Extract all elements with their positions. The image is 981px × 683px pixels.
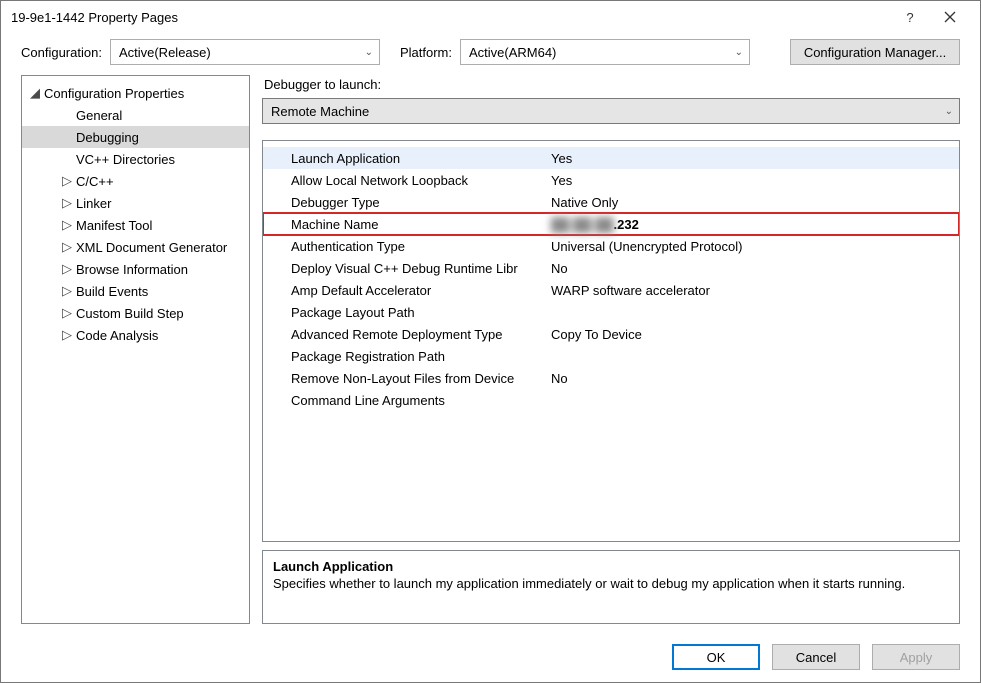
tree-item-label: Code Analysis xyxy=(76,328,158,343)
platform-combo[interactable]: Active(ARM64) ⌄ xyxy=(460,39,750,65)
property-value[interactable]: Native Only xyxy=(551,195,959,210)
property-row[interactable]: Remove Non-Layout Files from DeviceNo xyxy=(263,367,959,389)
property-value[interactable]: Copy To Device xyxy=(551,327,959,342)
configuration-label: Configuration: xyxy=(21,45,102,60)
tree-item-label: Debugging xyxy=(76,130,139,145)
tree-item[interactable]: ▷C/C++ xyxy=(22,170,249,192)
tree-item-label: Browse Information xyxy=(76,262,188,277)
tree-item-label: Linker xyxy=(76,196,111,211)
tree-item[interactable]: Debugging xyxy=(22,126,249,148)
titlebar: 19-9e1-1442 Property Pages ? xyxy=(1,1,980,33)
tree-item-label: Manifest Tool xyxy=(76,218,152,233)
tree-item-label: XML Document Generator xyxy=(76,240,227,255)
description-heading: Launch Application xyxy=(273,559,949,574)
tree-item[interactable]: ▷Custom Build Step xyxy=(22,302,249,324)
right-pane: Debugger to launch: Remote Machine ⌄ Lau… xyxy=(262,75,960,624)
platform-value: Active(ARM64) xyxy=(469,45,556,60)
close-icon xyxy=(944,11,956,23)
property-row[interactable]: Launch ApplicationYes xyxy=(263,147,959,169)
help-button[interactable]: ? xyxy=(890,3,930,31)
property-name: Package Layout Path xyxy=(291,305,551,320)
property-name: Debugger Type xyxy=(291,195,551,210)
expand-icon[interactable]: ▷ xyxy=(62,217,74,233)
tree-item-label: Build Events xyxy=(76,284,148,299)
chevron-down-icon: ⌄ xyxy=(735,47,743,58)
property-row[interactable]: Amp Default AcceleratorWARP software acc… xyxy=(263,279,959,301)
dialog-body: ◢ Configuration Properties General Debugg… xyxy=(1,75,980,632)
expand-icon[interactable]: ▷ xyxy=(62,327,74,343)
tree-item[interactable]: General xyxy=(22,104,249,126)
property-pages-dialog: 19-9e1-1442 Property Pages ? Configurati… xyxy=(0,0,981,683)
tree-item-label: Custom Build Step xyxy=(76,306,184,321)
property-value[interactable]: Yes xyxy=(551,173,959,188)
tree-item[interactable]: ▷XML Document Generator xyxy=(22,236,249,258)
property-value[interactable]: No xyxy=(551,371,959,386)
expand-icon[interactable]: ▷ xyxy=(62,239,74,255)
property-row[interactable]: Package Layout Path xyxy=(263,301,959,323)
property-name: Remove Non-Layout Files from Device xyxy=(291,371,551,386)
expand-icon[interactable]: ▷ xyxy=(62,195,74,211)
property-row[interactable]: Machine Name██.██.██.232 xyxy=(263,213,959,235)
property-row[interactable]: Allow Local Network LoopbackYes xyxy=(263,169,959,191)
tree-item-label: General xyxy=(76,108,122,123)
tree-item[interactable]: ▷Linker xyxy=(22,192,249,214)
property-name: Allow Local Network Loopback xyxy=(291,173,551,188)
expand-icon[interactable]: ▷ xyxy=(62,173,74,189)
platform-label: Platform: xyxy=(400,45,452,60)
property-name: Advanced Remote Deployment Type xyxy=(291,327,551,342)
config-row: Configuration: Active(Release) ⌄ Platfor… xyxy=(1,33,980,75)
description-panel: Launch Application Specifies whether to … xyxy=(262,550,960,624)
collapse-icon[interactable]: ◢ xyxy=(30,85,42,101)
property-value[interactable]: Universal (Unencrypted Protocol) xyxy=(551,239,959,254)
property-name: Launch Application xyxy=(291,151,551,166)
property-name: Amp Default Accelerator xyxy=(291,283,551,298)
tree-item[interactable]: ▷Browse Information xyxy=(22,258,249,280)
tree-item-label: VC++ Directories xyxy=(76,152,175,167)
property-row[interactable]: Authentication TypeUniversal (Unencrypte… xyxy=(263,235,959,257)
cancel-button[interactable]: Cancel xyxy=(772,644,860,670)
tree-item-label: C/C++ xyxy=(76,174,114,189)
nav-tree[interactable]: ◢ Configuration Properties General Debugg… xyxy=(21,75,250,624)
tree-root[interactable]: ◢ Configuration Properties xyxy=(22,82,249,104)
tree-item[interactable]: VC++ Directories xyxy=(22,148,249,170)
tree-item[interactable]: ▷Code Analysis xyxy=(22,324,249,346)
property-name: Package Registration Path xyxy=(291,349,551,364)
property-value[interactable]: WARP software accelerator xyxy=(551,283,959,298)
property-grid[interactable]: Launch ApplicationYesAllow Local Network… xyxy=(262,140,960,542)
property-name: Deploy Visual C++ Debug Runtime Libr xyxy=(291,261,551,276)
property-row[interactable]: Advanced Remote Deployment TypeCopy To D… xyxy=(263,323,959,345)
property-value[interactable]: ██.██.██.232 xyxy=(551,217,959,232)
chevron-down-icon: ⌄ xyxy=(365,47,373,58)
expand-icon[interactable]: ▷ xyxy=(62,305,74,321)
property-row[interactable]: Command Line Arguments xyxy=(263,389,959,411)
configuration-value: Active(Release) xyxy=(119,45,211,60)
description-body: Specifies whether to launch my applicati… xyxy=(273,576,949,591)
debugger-value: Remote Machine xyxy=(271,104,369,119)
tree-item[interactable]: ▷Manifest Tool xyxy=(22,214,249,236)
configuration-combo[interactable]: Active(Release) ⌄ xyxy=(110,39,380,65)
window-title: 19-9e1-1442 Property Pages xyxy=(11,10,890,25)
property-row[interactable]: Package Registration Path xyxy=(263,345,959,367)
property-row[interactable]: Debugger TypeNative Only xyxy=(263,191,959,213)
debugger-label: Debugger to launch: xyxy=(264,77,960,92)
property-value[interactable]: Yes xyxy=(551,151,959,166)
property-row[interactable]: Deploy Visual C++ Debug Runtime LibrNo xyxy=(263,257,959,279)
debugger-combo[interactable]: Remote Machine ⌄ xyxy=(262,98,960,124)
expand-icon[interactable]: ▷ xyxy=(62,283,74,299)
dialog-footer: OK Cancel Apply xyxy=(1,632,980,682)
apply-button[interactable]: Apply xyxy=(872,644,960,670)
chevron-down-icon: ⌄ xyxy=(945,106,953,117)
configuration-manager-button[interactable]: Configuration Manager... xyxy=(790,39,960,65)
ok-button[interactable]: OK xyxy=(672,644,760,670)
close-button[interactable] xyxy=(930,3,970,31)
property-name: Machine Name xyxy=(291,217,551,232)
property-name: Command Line Arguments xyxy=(291,393,551,408)
property-name: Authentication Type xyxy=(291,239,551,254)
tree-item[interactable]: ▷Build Events xyxy=(22,280,249,302)
expand-icon[interactable]: ▷ xyxy=(62,261,74,277)
property-value[interactable]: No xyxy=(551,261,959,276)
